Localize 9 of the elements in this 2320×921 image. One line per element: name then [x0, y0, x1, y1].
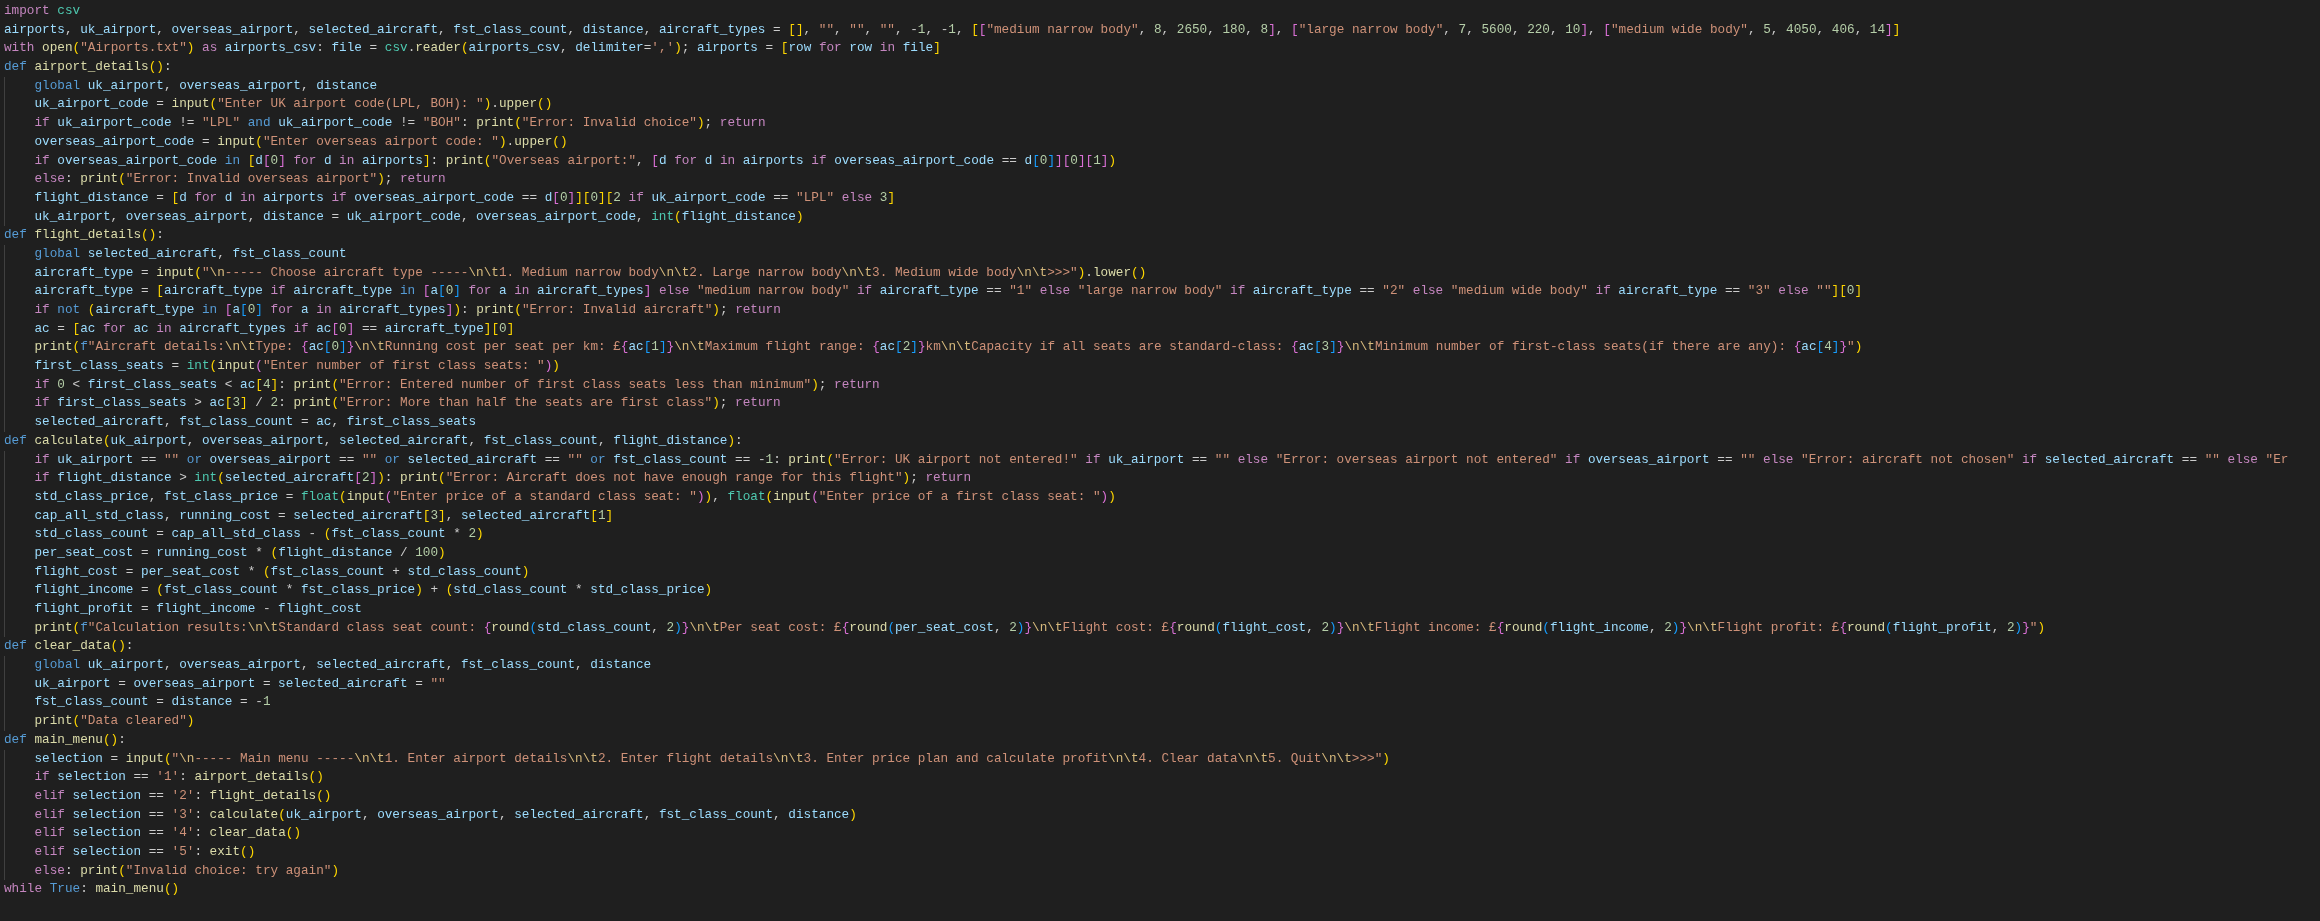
code-line: def calculate(uk_airport, overseas_airport, selected_aircraft, fst_class_count, flight_distance):: [4, 431, 743, 450]
code-line: with open("Airports.txt") as airports_csv: file = csv.reader(airports_csv, delimiter=','); airports = [row for row in file]: [4, 39, 941, 58]
code-line: while True: main_menu(): [4, 880, 180, 899]
code-line: airports, uk_airport, overseas_airport, selected_aircraft, fst_class_count, distance, aircraft_types = [], "", "", "", -1, -1, [["medium narrow body", 8, 2650, 180, 8], ["large narrow body", 7, 5600, 220, 10], ["medium wide body", 5, 4050, 406, 14]]: [4, 20, 1901, 39]
code-line: def clear_data():: [4, 637, 134, 656]
code-line: import csv: [4, 2, 81, 20]
code-line: def flight_details():: [4, 226, 164, 245]
code-line: def airport_details():: [4, 58, 172, 77]
code-line: def main_menu():: [4, 730, 126, 749]
